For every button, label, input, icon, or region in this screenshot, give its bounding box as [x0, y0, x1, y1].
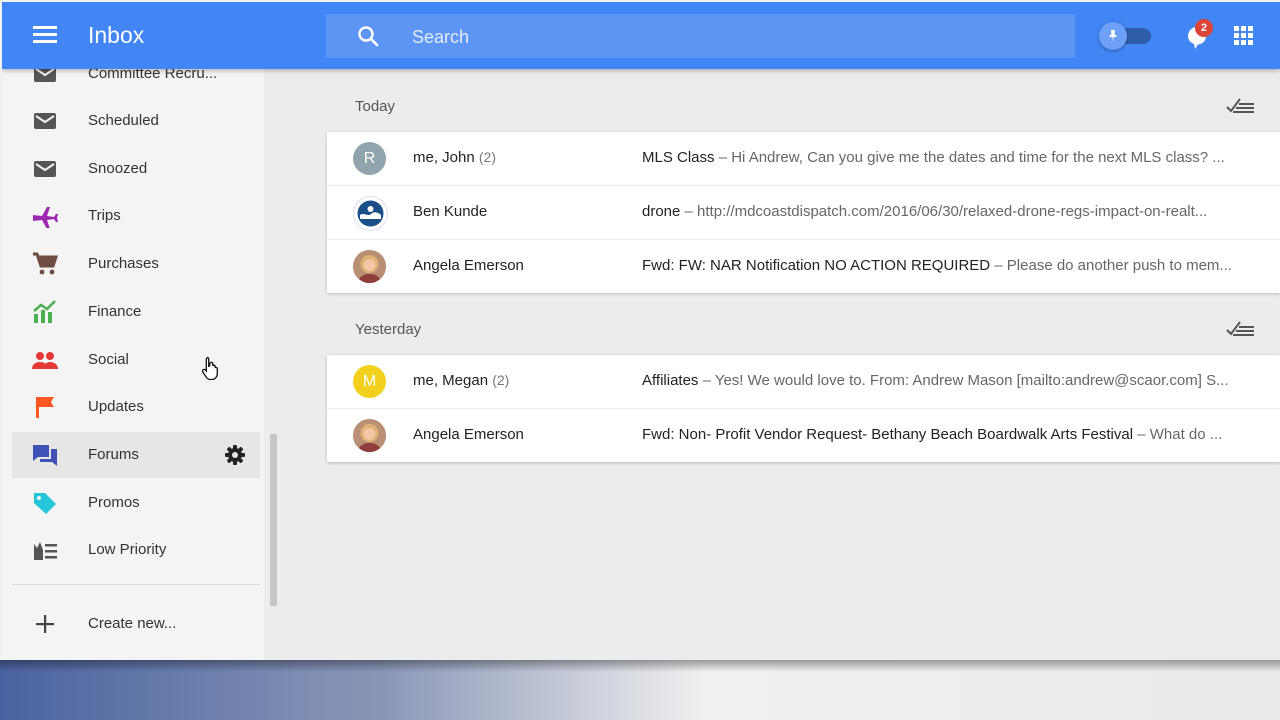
- email-sender: me, John (2): [413, 149, 496, 166]
- sweep-done-icon[interactable]: [1226, 96, 1256, 116]
- sidebar-item-label: Low Priority: [88, 541, 167, 558]
- sidebar-item-label: Snoozed: [88, 160, 148, 177]
- inbox-app: Inbox 2 Committee Recru...: [2, 2, 1280, 660]
- sweep-done-icon[interactable]: [1226, 319, 1256, 339]
- menu-icon[interactable]: [33, 23, 57, 47]
- sidebar-item-label: Finance: [88, 303, 142, 320]
- snoozed-icon: [34, 161, 56, 177]
- reminders-badge: 2: [1195, 19, 1213, 37]
- sidebar-divider: [12, 584, 260, 585]
- sidebar-item-label: Promos: [88, 494, 140, 511]
- email-sender: Ben Kunde: [413, 203, 487, 220]
- sender-name: me, Megan: [413, 372, 489, 389]
- email-sender: Angela Emerson: [413, 426, 524, 443]
- email-preview: Affiliates – Yes! We would love to. From…: [642, 372, 1254, 389]
- sidebar-item-purchases[interactable]: Purchases: [12, 241, 260, 287]
- apps-grid-icon[interactable]: [1234, 26, 1254, 46]
- forum-icon: [33, 445, 57, 466]
- sidebar-item-forums[interactable]: Forums: [12, 432, 260, 478]
- email-preview: Fwd: FW: NAR Notification NO ACTION REQU…: [642, 257, 1254, 274]
- email-row[interactable]: R me, John (2) MLS Class – Hi Andrew, Ca…: [327, 132, 1280, 185]
- email-card-yesterday: M me, Megan (2) Affiliates – Yes! We wou…: [327, 355, 1280, 462]
- email-snippet: – Please do another push to mem...: [990, 257, 1232, 274]
- chart-icon: [33, 300, 56, 323]
- email-subject: Fwd: FW: NAR Notification NO ACTION REQU…: [642, 257, 991, 274]
- email-snippet: – Hi Andrew, Can you give me the dates a…: [714, 149, 1225, 166]
- sidebar-item-scheduled[interactable]: Scheduled: [12, 98, 260, 144]
- scheduled-icon: [34, 113, 56, 129]
- search-input[interactable]: [412, 26, 1012, 48]
- create-new-button[interactable]: Create new...: [12, 601, 260, 647]
- email-preview: MLS Class – Hi Andrew, Can you give me t…: [642, 149, 1254, 166]
- email-preview: drone – http://mdcoastdispatch.com/2016/…: [642, 203, 1254, 220]
- email-sender: Angela Emerson: [413, 257, 524, 274]
- section-title-yesterday: Yesterday: [355, 321, 422, 338]
- sender-name: me, John: [413, 149, 475, 166]
- sidebar-item-low-priority[interactable]: Low Priority: [12, 527, 260, 573]
- email-row[interactable]: M me, Megan (2) Affiliates – Yes! We wou…: [327, 355, 1280, 408]
- email-row[interactable]: Ben Kunde drone – http://mdcoastdispatch…: [327, 185, 1280, 239]
- email-row[interactable]: Angela Emerson Fwd: Non- Profit Vendor R…: [327, 408, 1280, 462]
- sender-name: Angela Emerson: [413, 257, 524, 274]
- people-icon: [32, 352, 58, 369]
- tag-icon: [34, 493, 56, 514]
- sidebar-item-updates[interactable]: Updates: [12, 384, 260, 430]
- email-subject: Fwd: Non- Profit Vendor Request- Bethany…: [642, 426, 1134, 443]
- sidebar-item-social[interactable]: Social: [12, 337, 260, 383]
- sender-name: Ben Kunde: [413, 203, 488, 220]
- sidebar: Committee Recru... Scheduled Snoozed Tri…: [2, 65, 264, 660]
- email-subject: drone: [642, 203, 681, 220]
- sidebar-item-label: Social: [88, 351, 129, 368]
- app-title: Inbox: [88, 22, 145, 48]
- window-shadow: [0, 660, 1280, 672]
- avatar: R: [353, 142, 386, 175]
- email-subject: MLS Class: [642, 149, 715, 166]
- sidebar-item-trips[interactable]: Trips: [12, 193, 260, 239]
- low-priority-icon: [34, 542, 57, 560]
- gear-icon[interactable]: [224, 444, 246, 466]
- sidebar-item-label: Trips: [88, 207, 121, 224]
- pin-icon: [1099, 22, 1127, 50]
- cart-icon: [33, 252, 58, 275]
- sidebar-item-label: Forums: [88, 446, 139, 463]
- section-title-today: Today: [355, 98, 396, 115]
- sidebar-item-snoozed[interactable]: Snoozed: [12, 146, 260, 192]
- email-snippet: – http://mdcoastdispatch.com/2016/06/30/…: [680, 203, 1208, 220]
- plane-icon: [33, 207, 58, 228]
- thread-count: (2): [492, 372, 510, 388]
- email-row[interactable]: Angela Emerson Fwd: FW: NAR Notification…: [327, 239, 1280, 293]
- top-bar: Inbox 2: [2, 2, 1280, 69]
- sidebar-item-label: Updates: [88, 398, 144, 415]
- avatar: [353, 196, 388, 231]
- email-card-today: R me, John (2) MLS Class – Hi Andrew, Ca…: [327, 132, 1280, 293]
- avatar: [353, 250, 386, 283]
- sidebar-item-label: Scheduled: [88, 112, 159, 129]
- flag-icon: [36, 397, 54, 418]
- avatar: [353, 419, 386, 452]
- search-icon[interactable]: [356, 24, 380, 48]
- create-new-label: Create new...: [88, 615, 177, 632]
- email-preview: Fwd: Non- Profit Vendor Request- Bethany…: [642, 426, 1254, 443]
- thread-count: (2): [478, 149, 496, 165]
- pin-toggle[interactable]: [1099, 22, 1155, 52]
- sidebar-item-promos[interactable]: Promos: [12, 480, 260, 526]
- avatar: M: [353, 365, 386, 398]
- email-subject: Affiliates: [642, 372, 699, 389]
- email-sender: me, Megan (2): [413, 372, 509, 389]
- email-snippet: – What do ...: [1133, 426, 1223, 443]
- hand-cursor-icon: [201, 356, 218, 380]
- email-snippet: – Yes! We would love to. From: Andrew Ma…: [698, 372, 1229, 389]
- sidebar-item-finance[interactable]: Finance: [12, 289, 260, 335]
- sidebar-item-label: Purchases: [88, 255, 159, 272]
- search-box[interactable]: [326, 14, 1075, 58]
- plus-icon: [36, 615, 54, 633]
- sidebar-scrollbar[interactable]: [270, 434, 277, 606]
- sender-name: Angela Emerson: [413, 426, 524, 443]
